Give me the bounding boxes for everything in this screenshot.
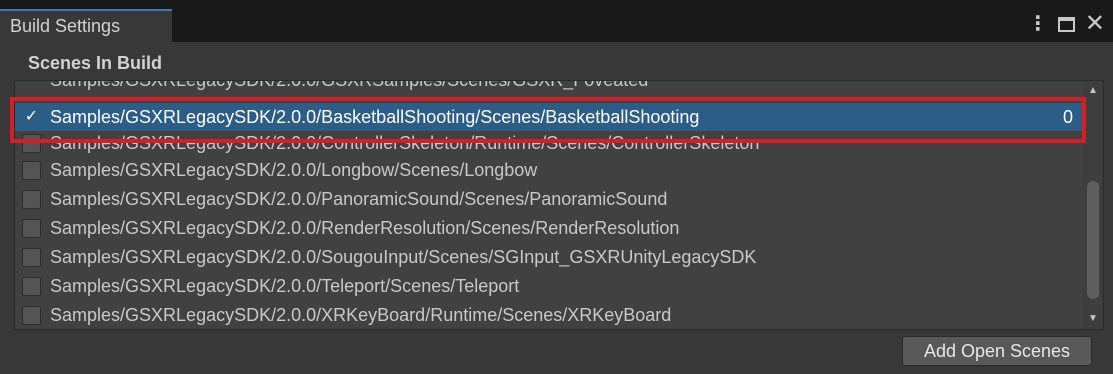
scene-row[interactable]: Samples/GSXRLegacySDK/2.0.0/ControllerSk… [15,133,1083,153]
scene-index: 0 [1062,106,1073,127]
scene-row[interactable]: Samples/GSXRLegacySDK/2.0.0/PanoramicSou… [15,185,1083,213]
scene-path: Samples/GSXRLegacySDK/2.0.0/XRKeyBoard/R… [50,304,672,325]
scene-path: Samples/GSXRLegacySDK/2.0.0/Teleport/Sce… [50,275,520,296]
scene-path: Samples/GSXRLegacySDK/2.0.0/ControllerSk… [50,133,760,153]
add-open-scenes-button[interactable]: Add Open Scenes [902,336,1092,366]
scene-path: Samples/GSXRLegacySDK/2.0.0/PanoramicSou… [50,188,668,209]
scene-row[interactable]: Samples/GSXRLegacySDK/2.0.0/GSXRSamples/… [15,81,1083,97]
maximize-icon[interactable] [1057,16,1075,32]
scene-checkbox[interactable] [22,305,41,325]
tab-bar: Build Settings ⋮ ✕ [0,0,1113,42]
scene-checkbox[interactable] [22,218,41,238]
scene-checkbox[interactable] [22,276,41,296]
scene-row[interactable]: Samples/GSXRLegacySDK/2.0.0/Longbow/Scen… [15,156,1083,184]
scene-checkbox[interactable] [22,247,41,267]
scene-path: Samples/GSXRLegacySDK/2.0.0/BasketballSh… [50,106,700,127]
scene-row[interactable]: Samples/GSXRLegacySDK/2.0.0/XRKeyBoard/R… [15,301,1083,329]
scene-checkbox[interactable] [22,133,41,153]
scene-path: Samples/GSXRLegacySDK/2.0.0/SougouInput/… [50,246,757,267]
build-settings-window: Build Settings ⋮ ✕ Scenes In Build Sampl… [0,0,1113,374]
scroll-down-icon[interactable]: ▼ [1083,311,1103,327]
scene-row[interactable]: Samples/GSXRLegacySDK/2.0.0/RenderResolu… [15,214,1083,242]
scene-path: Samples/GSXRLegacySDK/2.0.0/RenderResolu… [50,217,680,238]
scene-row[interactable]: Samples/GSXRLegacySDK/2.0.0/Teleport/Sce… [15,272,1083,300]
scene-path: Samples/GSXRLegacySDK/2.0.0/Longbow/Scen… [50,159,538,180]
scene-row-selected[interactable]: ✓ Samples/GSXRLegacySDK/2.0.0/Basketball… [15,103,1083,131]
scene-path: Samples/GSXRLegacySDK/2.0.0/GSXRSamples/… [50,81,1043,91]
scene-list-scrollbar[interactable]: ▲ ▼ [1083,81,1103,329]
scenes-in-build-label: Scenes In Build [28,53,163,73]
scene-checkbox-checked[interactable]: ✓ [22,108,41,127]
scroll-up-icon[interactable]: ▲ [1083,83,1103,99]
tab-build-settings[interactable]: Build Settings [0,9,172,42]
scene-checkbox[interactable] [22,160,41,180]
close-icon[interactable]: ✕ [1085,12,1105,36]
scene-list[interactable]: Samples/GSXRLegacySDK/2.0.0/GSXRSamples/… [14,80,1104,330]
scene-checkbox[interactable] [22,189,41,209]
scrollbar-thumb[interactable] [1087,181,1099,299]
window-controls: ⋮ ✕ [1028,12,1105,36]
more-options-icon[interactable]: ⋮ [1028,12,1048,36]
scene-row[interactable]: Samples/GSXRLegacySDK/2.0.0/SougouInput/… [15,243,1083,271]
